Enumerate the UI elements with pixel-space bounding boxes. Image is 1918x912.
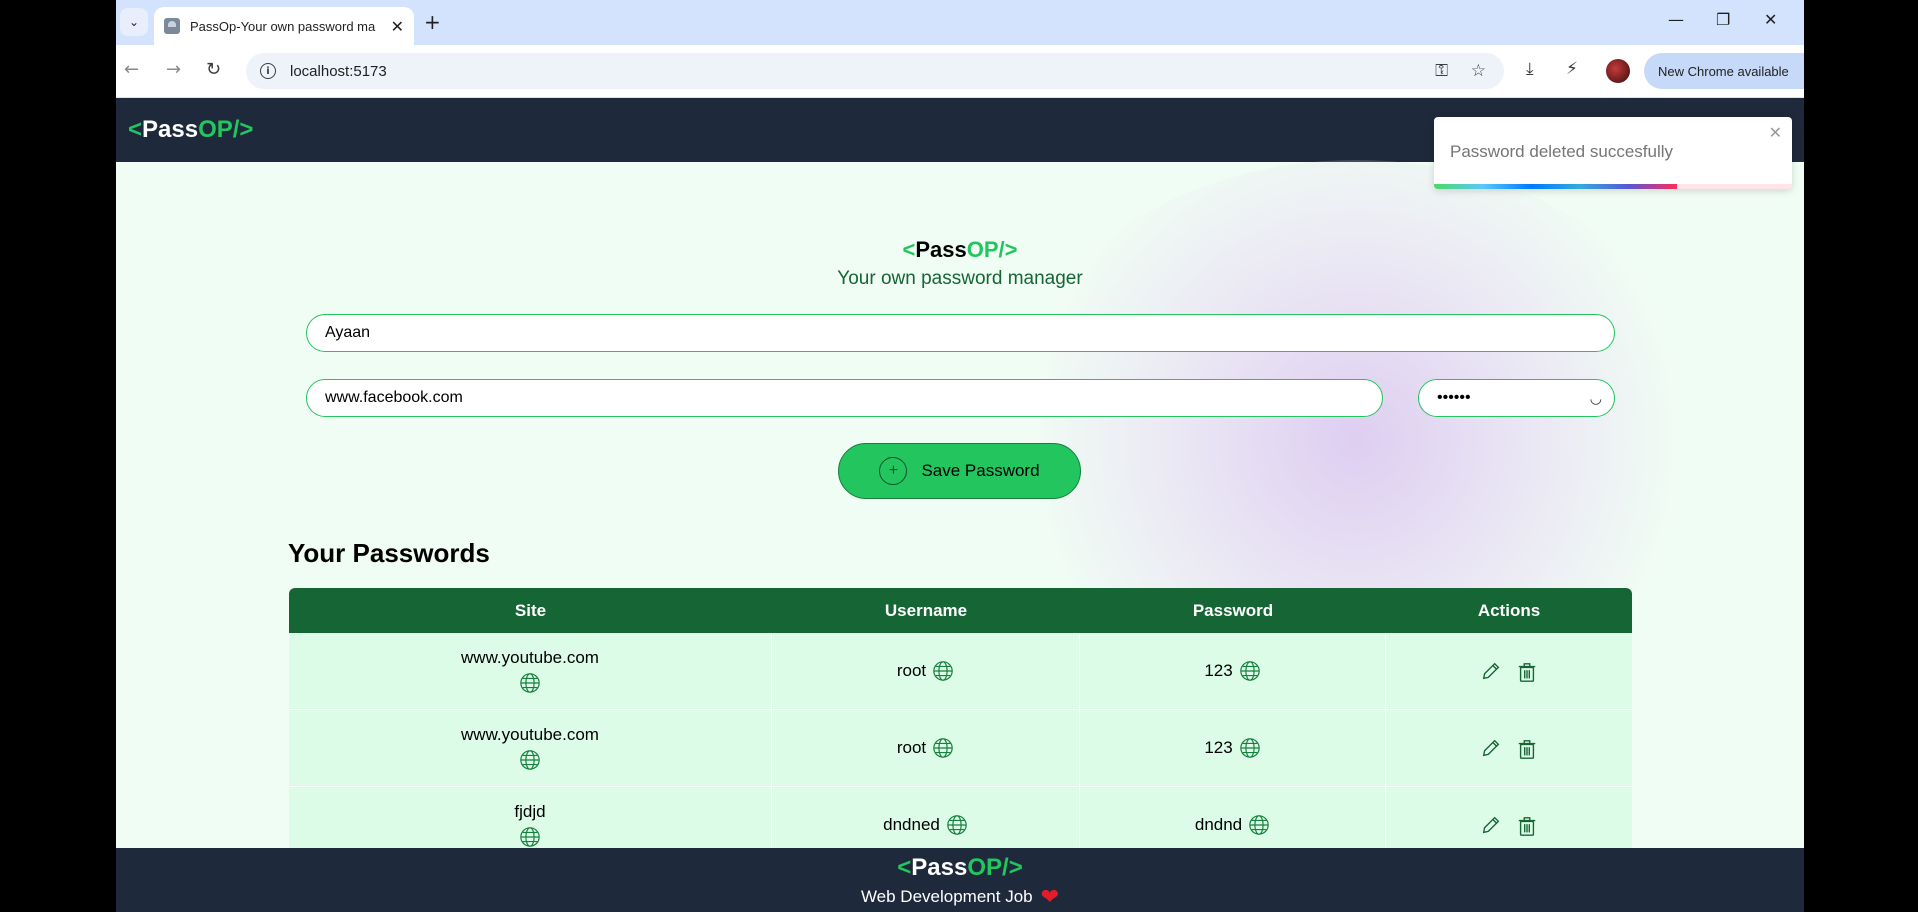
performance-icon[interactable]: ⚡ [1566,59,1578,79]
toast-progress-bar [1434,184,1678,189]
copy-username-icon[interactable] [946,814,968,836]
screen: ⌄ PassOp-Your own password ma ✕ + — ❐ ✕ … [116,0,1804,912]
column-header-actions: Actions [1477,600,1541,620]
forward-icon[interactable]: → [166,59,181,80]
favicon-icon [164,18,180,34]
toast-notification: Password deleted succesfully ✕ [1434,117,1792,189]
table-row: www.youtube.com root 123 [289,633,1632,710]
site-link[interactable]: www.youtube.com [461,648,599,668]
download-icon[interactable]: ⤓ [1526,59,1534,79]
restore-icon[interactable]: ❐ [1716,10,1730,29]
copy-password-icon[interactable] [1248,814,1270,836]
delete-icon[interactable] [1516,659,1538,683]
password-value: 123 [1204,738,1233,757]
close-window-icon[interactable]: ✕ [1764,10,1777,29]
edit-icon[interactable] [1480,736,1502,760]
save-password-button[interactable]: + Save Password [838,443,1081,499]
password-key-icon[interactable]: ⚿ [1435,61,1448,81]
toast-message: Password deleted succesfully [1450,142,1674,161]
tab-title: PassOp-Your own password ma [190,18,376,34]
column-header-username: Username [884,600,968,620]
copy-site-icon[interactable] [519,749,541,771]
bookmark-star-icon[interactable]: ☆ [1471,61,1486,81]
username-cell: root [772,710,1080,786]
passwords-table: Site Username Password Actions www.youtu… [289,588,1632,850]
site-cell: www.youtube.com [289,710,772,786]
site-link[interactable]: fjdjd [514,802,545,822]
copy-password-icon[interactable] [1239,737,1261,759]
footer-logo: <PassOP/> [897,854,1023,881]
password-cell: 123 [1080,710,1386,786]
table-header: Site Username Password Actions [289,588,1632,633]
browser-toolbar: ← → ↻ i localhost:5173 ⚿ ☆ [116,45,1804,98]
browser-tab[interactable]: PassOp-Your own password ma ✕ [154,7,414,45]
copy-site-icon[interactable] [519,826,541,848]
password-value: dndnd [1194,815,1243,834]
site-link[interactable]: www.youtube.com [461,725,599,745]
copy-site-icon[interactable] [519,672,541,694]
username-cell: dndned [772,787,1080,850]
username-value: dndned [883,815,940,834]
copy-password-icon[interactable] [1239,660,1261,682]
profile-avatar[interactable] [1606,59,1630,83]
table-row: fjdjd dndned dndnd [289,787,1632,850]
site-cell: www.youtube.com [289,633,772,709]
chevron-down-icon: ⌄ [128,15,140,29]
copy-username-icon[interactable] [932,737,954,759]
save-password-label: Save Password [921,461,1040,480]
actions-cell [1386,710,1632,786]
edit-icon[interactable] [1480,813,1502,837]
close-tab-icon[interactable]: ✕ [391,17,404,36]
password-cell: 123 [1080,633,1386,709]
edit-icon[interactable] [1480,659,1502,683]
minimize-icon[interactable]: — [1668,10,1684,29]
actions-cell [1386,787,1632,850]
address-url: localhost:5173 [290,62,387,80]
app-footer: <PassOP/> Web Development Job ❤ [116,848,1804,912]
tab-search-button[interactable]: ⌄ [120,8,148,36]
column-header-site: Site [514,600,547,620]
password-cell: dndnd [1080,787,1386,850]
password-value: •••••• [1437,389,1471,406]
new-tab-icon[interactable]: + [424,10,441,34]
username-value: root [896,661,927,680]
browser-tab-strip: ⌄ PassOp-Your own password ma ✕ + — ❐ ✕ [116,0,1804,45]
hero-subtitle: Your own password manager [837,268,1083,289]
password-value: 123 [1204,661,1233,680]
address-bar[interactable]: i localhost:5173 ⚿ ☆ [246,53,1504,89]
actions-cell [1386,633,1632,709]
password-input[interactable]: •••••• ◡ [1418,379,1615,417]
delete-icon[interactable] [1516,813,1538,837]
copy-username-icon[interactable] [932,660,954,682]
add-icon: + [879,457,908,485]
footer-tagline: Web Development Job ❤ [116,886,1804,908]
back-icon[interactable]: ← [124,59,139,80]
table-body: www.youtube.com root 123 www.youtube.com roo… [289,633,1632,850]
site-info-icon[interactable]: i [260,63,276,79]
username-input[interactable]: Ayaan [306,314,1615,352]
website-url-input[interactable]: www.facebook.com [306,379,1383,417]
delete-icon[interactable] [1516,736,1538,760]
navbar-logo[interactable]: <PassOP/> [128,116,253,144]
close-toast-icon[interactable]: ✕ [1769,123,1782,142]
reload-icon[interactable]: ↻ [206,59,221,80]
site-cell: fjdjd [289,787,772,850]
username-cell: root [772,633,1080,709]
table-row: www.youtube.com root 123 [289,710,1632,787]
hero-logo: <PassOP/> [902,237,1018,262]
username-value: root [896,738,927,757]
column-header-password: Password [1192,600,1274,620]
show-password-icon[interactable]: ◡ [1590,390,1602,407]
chrome-update-button[interactable]: New Chrome available [1644,53,1804,89]
footer-tagline-text: Web Development Job [860,887,1033,906]
heart-icon: ❤ [1040,884,1060,909]
passwords-section-title: Your Passwords [288,538,490,568]
